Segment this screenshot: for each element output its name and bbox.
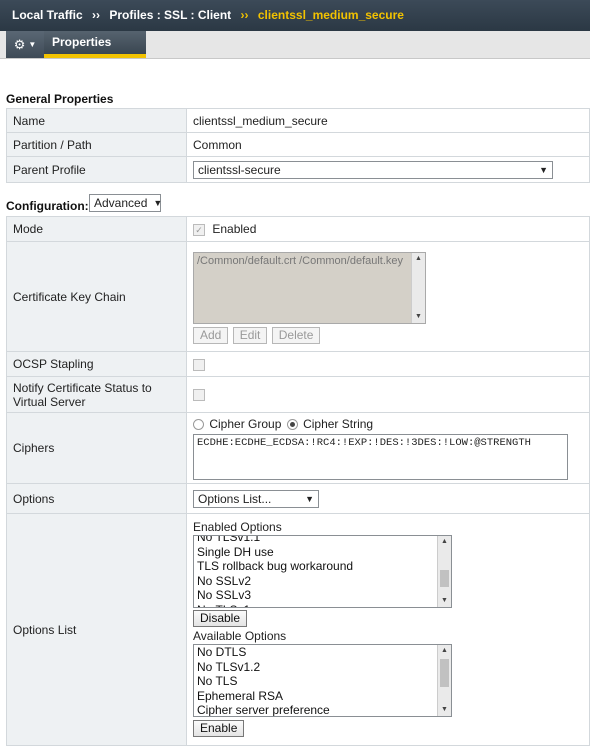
cipher-group-radio[interactable] [193, 419, 204, 431]
list-item[interactable]: TLS rollback bug workaround [197, 559, 435, 574]
available-options-list[interactable]: No DTLS No TLSv1.2 No TLS Ephemeral RSA Ciph… [193, 644, 452, 717]
list-item[interactable]: No DTLS [197, 645, 435, 660]
chevron-down-icon: ▼ [28, 40, 37, 49]
options-list-label: Options List [6, 513, 187, 746]
scroll-down-icon[interactable]: ▼ [412, 311, 425, 323]
tab-strip: ⚙ ▼ Properties [0, 31, 590, 59]
ocsp-stapling-label: OCSP Stapling [6, 351, 187, 377]
breadcrumb-separator: ›› [92, 8, 101, 22]
list-item[interactable]: No TLS [197, 674, 435, 689]
certificate-list-scrollbar[interactable]: ▲ ▼ [411, 252, 425, 323]
list-item[interactable]: Cipher server preference [197, 703, 435, 716]
breadcrumb: Local Traffic ›› Profiles : SSL : Client… [0, 0, 590, 31]
breadcrumb-bar: Local Traffic ›› Profiles : SSL : Client… [0, 0, 590, 32]
enabled-options-list[interactable]: No TLSv1.1 Single DH use TLS rollback bug … [193, 535, 452, 608]
list-item[interactable]: No TLSv1.2 [197, 660, 435, 675]
available-options-items: No DTLS No TLSv1.2 No TLS Ephemeral RSA Ciph… [197, 645, 435, 716]
breadcrumb-current: clientssl_medium_secure [257, 8, 404, 22]
mode-enabled-checkbox[interactable]: ✓ [193, 223, 205, 236]
breadcrumb-profiles-ssl-client[interactable]: Profiles : SSL : Client [109, 8, 231, 22]
chevron-down-icon: ▼ [153, 198, 163, 208]
breadcrumb-separator: ›› [240, 8, 249, 22]
tab-properties[interactable]: Properties [44, 31, 146, 58]
parent-profile-label: Parent Profile [6, 156, 187, 183]
partition-value: Common [186, 132, 590, 157]
gear-menu-button[interactable]: ⚙ ▼ [6, 31, 44, 58]
breadcrumb-local-traffic[interactable]: Local Traffic [12, 8, 83, 22]
scroll-thumb[interactable] [440, 659, 449, 687]
options-select[interactable]: Options List... ▼ [193, 489, 319, 508]
enable-button[interactable]: Enable [193, 720, 245, 737]
available-options-title: Available Options [193, 629, 287, 643]
edit-button[interactable]: Edit [232, 326, 268, 344]
scroll-down-icon[interactable]: ▼ [438, 595, 451, 607]
parent-profile-select[interactable]: clientssl-secure ▼ [193, 160, 553, 179]
ciphers-label: Ciphers [6, 412, 187, 484]
options-label: Options [6, 483, 187, 514]
gear-icon: ⚙ [13, 36, 26, 52]
scroll-thumb[interactable] [440, 570, 449, 587]
enabled-options-items: No TLSv1.1 Single DH use TLS rollback bug … [197, 536, 435, 608]
certificate-key-chain-list[interactable]: /Common/default.crt /Common/default.key … [193, 251, 426, 324]
list-item[interactable]: No SSLv2 [197, 574, 435, 589]
parent-profile-value: clientssl-secure [198, 162, 281, 177]
list-item[interactable]: No TLSv1.1 [197, 536, 435, 545]
scroll-down-icon[interactable]: ▼ [438, 704, 451, 716]
certificate-key-chain-label: Certificate Key Chain [6, 241, 187, 352]
scroll-up-icon[interactable]: ▲ [438, 645, 451, 657]
enabled-options-title: Enabled Options [193, 520, 282, 534]
enabled-options-scrollbar[interactable]: ▲ ▼ [437, 536, 451, 607]
disable-button[interactable]: Disable [193, 610, 248, 627]
notify-cert-status-checkbox[interactable] [193, 389, 205, 402]
notify-cert-status-label: Notify Certificate Status to Virtual Ser… [6, 376, 187, 413]
cipher-string-label: Cipher String [303, 417, 374, 431]
certificate-key-chain-item[interactable]: /Common/default.crt /Common/default.key [194, 253, 412, 269]
scroll-up-icon[interactable]: ▲ [412, 253, 425, 265]
delete-button[interactable]: Delete [271, 326, 321, 344]
name-value: clientssl_medium_secure [186, 108, 590, 133]
list-item[interactable]: Single DH use [197, 545, 435, 560]
mode-enabled-label: Enabled [212, 222, 257, 236]
cipher-string-input[interactable]: ECDHE:ECDHE_ECDSA:!RC4:!EXP:!DES:!3DES:!… [193, 434, 568, 480]
options-select-value: Options List... [198, 491, 272, 506]
mode-label: Mode [6, 216, 187, 242]
list-item[interactable]: No SSLv3 [197, 588, 435, 603]
add-button[interactable]: Add [193, 326, 229, 344]
ocsp-stapling-checkbox[interactable] [193, 358, 205, 371]
chevron-down-icon: ▼ [305, 493, 314, 504]
scroll-up-icon[interactable]: ▲ [438, 536, 451, 548]
general-properties-title: General Properties [6, 92, 114, 106]
configuration-mode-select[interactable]: Advanced ▼ [89, 194, 163, 212]
name-label: Name [6, 108, 187, 133]
list-item[interactable]: Ephemeral RSA [197, 689, 435, 704]
cipher-string-radio[interactable] [286, 419, 298, 431]
cipher-group-label: Cipher Group [209, 417, 282, 431]
configuration-table: Mode ✓ Enabled Certificate Key Chain /Co… [6, 216, 590, 746]
partition-label: Partition / Path [6, 132, 187, 157]
list-item[interactable]: No TLSv1 [197, 603, 435, 608]
configuration-title: Configuration: [6, 199, 89, 213]
general-properties-table: Name clientssl_medium_secure Partition /… [6, 108, 590, 183]
available-options-scrollbar[interactable]: ▲ ▼ [437, 645, 451, 716]
certificate-buttons: Add Edit Delete [193, 326, 583, 344]
configuration-mode-value: Advanced [94, 196, 148, 210]
chevron-down-icon: ▼ [539, 164, 548, 175]
